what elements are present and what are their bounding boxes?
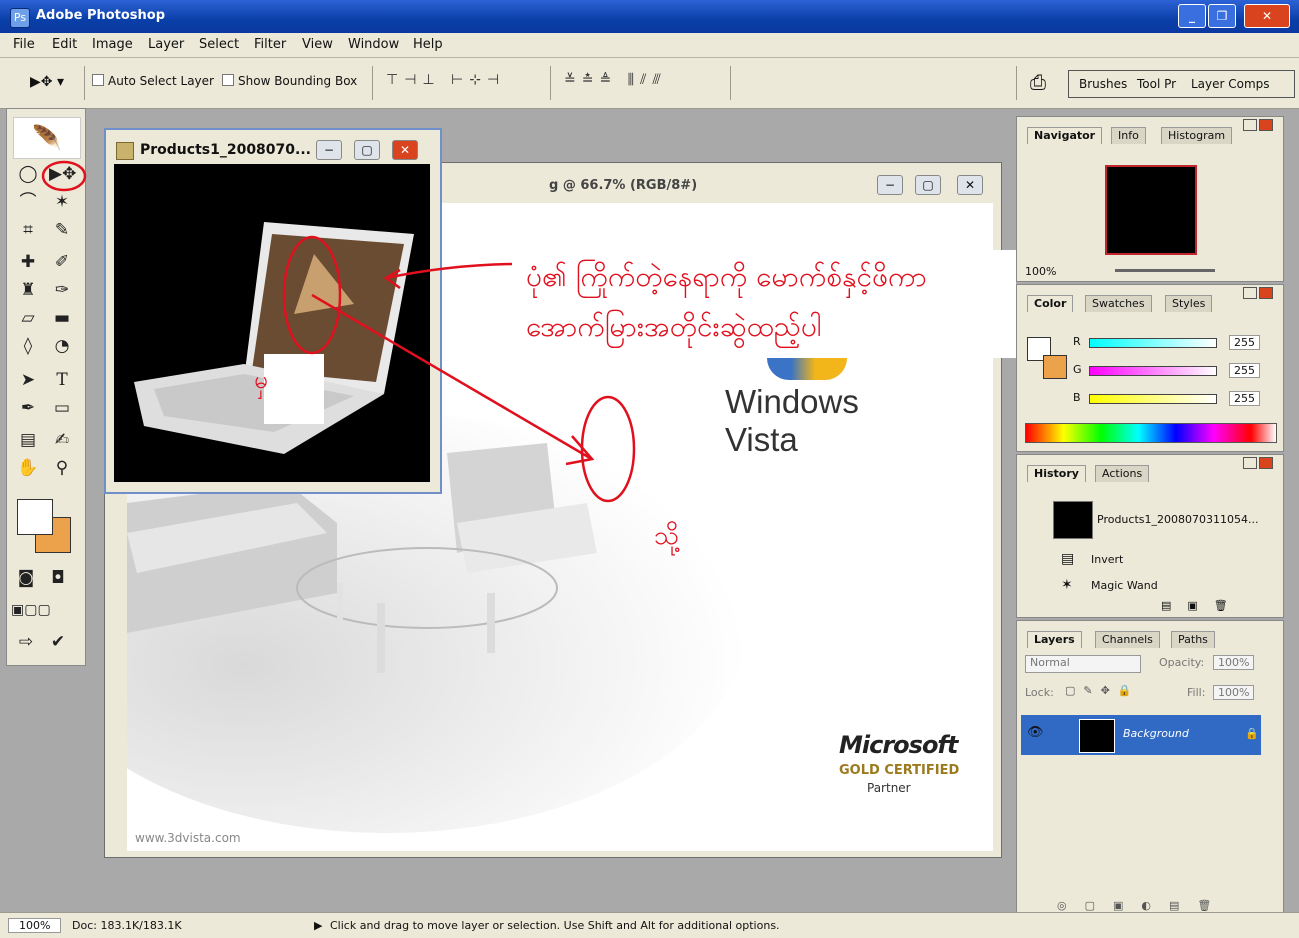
tab-styles[interactable]: Styles (1165, 295, 1213, 312)
tab-navigator[interactable]: Navigator (1027, 127, 1103, 144)
panel-close-icon[interactable] (1259, 287, 1273, 299)
layer-name[interactable]: Background (1123, 727, 1189, 740)
tab-paths[interactable]: Paths (1171, 631, 1215, 648)
fill-field[interactable]: 100% (1213, 685, 1255, 700)
tab-histogram[interactable]: Histogram (1161, 127, 1233, 144)
layer-thumbnail (1079, 719, 1115, 753)
opacity-field[interactable]: 100% (1213, 655, 1255, 670)
panel-close-icon[interactable] (1259, 457, 1273, 469)
r-label: R (1073, 335, 1081, 348)
layer-visibility-eye-icon[interactable]: 👁 (1027, 725, 1044, 740)
tab-actions[interactable]: Actions (1095, 465, 1150, 482)
b-label: B (1073, 391, 1081, 404)
invert-step-icon: ▤ (1061, 551, 1075, 567)
b-value[interactable]: 255 (1229, 391, 1260, 406)
tab-history[interactable]: History (1027, 465, 1086, 482)
magic-wand-step-icon: ✶ (1061, 577, 1073, 593)
opacity-label: Opacity: (1159, 656, 1205, 669)
color-bg-swatch[interactable] (1043, 355, 1067, 379)
status-zoom[interactable]: 100% (8, 918, 62, 933)
r-value[interactable]: 255 (1229, 335, 1260, 350)
navigator-zoom[interactable]: 100% (1025, 265, 1056, 278)
g-slider[interactable] (1089, 366, 1217, 376)
panel-minimize-icon[interactable] (1243, 457, 1257, 469)
color-spectrum-bar[interactable] (1025, 423, 1277, 443)
history-footer-icons[interactable]: ▤▣🗑 (1161, 599, 1244, 612)
history-panel: History Actions Products1_2008070311054.… (1016, 454, 1284, 618)
history-snapshot-name[interactable]: Products1_2008070311054... (1097, 513, 1258, 526)
navigator-zoom-slider[interactable] (1115, 269, 1215, 272)
status-bar: 100% Doc: 183.1K/183.1K ▶ Click and drag… (0, 912, 1299, 938)
b-slider[interactable] (1089, 394, 1217, 404)
annotation-from-label: မှ (254, 366, 268, 394)
navigator-thumbnail[interactable] (1105, 165, 1197, 255)
history-step-invert[interactable]: Invert (1091, 553, 1123, 566)
panel-minimize-icon[interactable] (1243, 119, 1257, 131)
history-step-magic-wand[interactable]: Magic Wand (1091, 579, 1158, 592)
annotation-to-label: သို့ (654, 521, 680, 551)
tab-layers[interactable]: Layers (1027, 631, 1082, 648)
tab-info[interactable]: Info (1111, 127, 1146, 144)
status-hint: Click and drag to move layer or selectio… (330, 919, 780, 932)
color-panel: Color Swatches Styles R 255 G 255 B 255 (1016, 284, 1284, 452)
panel-close-icon[interactable] (1259, 119, 1273, 131)
history-snapshot-thumbnail[interactable] (1053, 501, 1093, 539)
tab-color[interactable]: Color (1027, 295, 1074, 312)
panel-minimize-icon[interactable] (1243, 287, 1257, 299)
g-label: G (1073, 363, 1082, 376)
status-doc-size[interactable]: Doc: 183.1K/183.1K (72, 919, 182, 932)
layer-row-background[interactable]: 👁 Background 🔒 (1021, 715, 1261, 755)
tab-swatches[interactable]: Swatches (1085, 295, 1152, 312)
status-arrow-icon[interactable]: ▶ (314, 919, 322, 932)
layers-panel: Layers Channels Paths Normal Opacity: 10… (1016, 620, 1284, 918)
navigator-panel: Navigator Info Histogram 100% (1016, 116, 1284, 282)
r-slider[interactable] (1089, 338, 1217, 348)
blend-mode-select[interactable]: Normal (1025, 655, 1141, 673)
fill-label: Fill: (1187, 686, 1206, 699)
g-value[interactable]: 255 (1229, 363, 1260, 378)
lock-label: Lock: (1025, 686, 1054, 699)
lock-icons[interactable]: ▢✎✥🔒 (1065, 684, 1140, 697)
layers-footer-icons[interactable]: ◎▢▣◐▤🗑 (1057, 899, 1229, 912)
tab-channels[interactable]: Channels (1095, 631, 1160, 648)
layer-lock-icon: 🔒 (1245, 727, 1259, 740)
